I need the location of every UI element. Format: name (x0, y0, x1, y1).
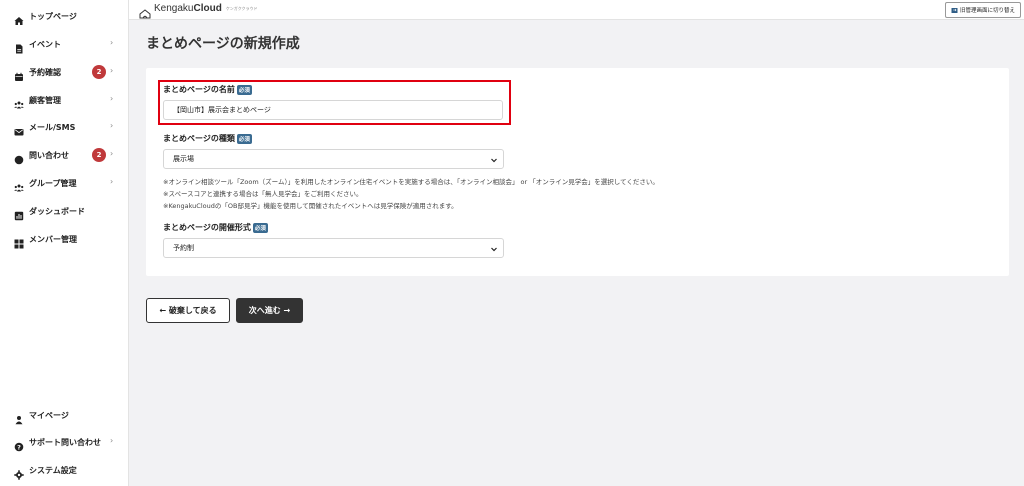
type-note-1: ※オンライン相談ツール「Zoom（ズーム）」を利用したオンライン住宅イベントを実… (163, 178, 659, 186)
notification-badge: 2 (92, 148, 106, 162)
event-format-value: 予約制 (173, 244, 194, 252)
sidebar-item-mail-sms[interactable]: メール/SMS › (0, 117, 129, 137)
svg-text:?: ? (17, 443, 21, 451)
chat-icon (14, 150, 24, 165)
sidebar-item-support[interactable]: ? サポート問い合わせ › (0, 432, 129, 452)
users-icon (14, 95, 24, 109)
document-icon (14, 39, 24, 54)
sidebar-item-inquiry[interactable]: 問い合わせ 2 › (0, 145, 129, 165)
chevron-right-icon: › (110, 66, 114, 75)
calendar-icon (14, 67, 24, 81)
chevron-down-icon (490, 156, 498, 164)
switch-button-label: 旧管理画面に切り替え (959, 8, 1015, 14)
chevron-right-icon: › (110, 177, 114, 186)
sidebar: トップページ イベント › 予約確認 2 › 顧客管理 › メール/SMS › … (0, 0, 129, 486)
sidebar-item-dashboard[interactable]: ダッシュボード (0, 201, 129, 221)
next-button-label: 次へ進む → (248, 306, 291, 315)
format-label-text: まとめページの開催形式 (163, 223, 251, 232)
sidebar-item-label: マイページ (29, 410, 69, 420)
question-icon: ? (14, 437, 24, 452)
switch-legacy-admin-button[interactable]: 旧管理画面に切り替え (945, 2, 1021, 18)
mail-icon (14, 122, 24, 136)
page-name-input[interactable]: 【岡山市】展示会まとめページ (163, 100, 503, 120)
type-note-3: ※KengakuCloudの「OB邸見学」機能を使用して開催されたイベントへは見… (163, 202, 458, 210)
sidebar-item-mypage[interactable]: マイページ (0, 405, 129, 425)
name-label-text: まとめページの名前 (163, 85, 235, 94)
sidebar-item-customers[interactable]: 顧客管理 › (0, 90, 129, 110)
house-logo-icon (139, 4, 151, 18)
logo-text-regular: Kengaku (154, 3, 194, 14)
format-field-label: まとめページの開催形式 必須 (163, 222, 268, 233)
chevron-right-icon: › (110, 121, 114, 130)
discard-and-back-button[interactable]: ← 破棄して戻る (146, 298, 230, 323)
sidebar-item-top-page[interactable]: トップページ (0, 6, 129, 26)
name-field-label: まとめページの名前 必須 (163, 84, 252, 95)
page-type-select[interactable]: 展示場 (163, 149, 504, 169)
chevron-right-icon: › (110, 38, 114, 47)
user-icon (14, 410, 24, 425)
sidebar-item-label: システム設定 (29, 465, 77, 475)
required-tag: 必須 (236, 133, 252, 144)
chart-icon (14, 206, 24, 221)
group-icon (14, 178, 24, 192)
sidebar-item-reservation[interactable]: 予約確認 2 › (0, 62, 129, 82)
event-format-select[interactable]: 予約制 (163, 238, 504, 258)
sidebar-item-label: ダッシュボード (29, 206, 85, 216)
sidebar-item-label: サポート問い合わせ (29, 437, 101, 447)
back-button-label: ← 破棄して戻る (159, 306, 217, 315)
chevron-right-icon: › (110, 149, 114, 158)
type-field-label: まとめページの種類 必須 (163, 133, 252, 144)
topbar: KengakuCloud ケンガククラウド 旧管理画面に切り替え (129, 0, 1024, 20)
sidebar-item-label: 顧客管理 (29, 95, 61, 105)
chevron-right-icon: › (110, 94, 114, 103)
sidebar-item-label: イベント (29, 39, 61, 49)
sidebar-item-label: メンバー管理 (29, 234, 77, 244)
next-button[interactable]: 次へ進む → (236, 298, 303, 323)
logo-text-bold: Cloud (193, 3, 222, 14)
sidebar-item-label: グループ管理 (29, 178, 77, 188)
switch-icon (951, 7, 958, 14)
app-logo[interactable]: KengakuCloud ケンガククラウド (139, 3, 258, 18)
sidebar-item-group[interactable]: グループ管理 › (0, 173, 129, 193)
sidebar-item-event[interactable]: イベント › (0, 34, 129, 54)
chevron-down-icon (490, 245, 498, 253)
sidebar-item-label: トップページ (29, 11, 77, 21)
chevron-right-icon: › (110, 436, 114, 445)
required-tag: 必須 (236, 84, 252, 95)
sidebar-item-label: 問い合わせ (29, 150, 69, 160)
page-type-value: 展示場 (173, 155, 194, 163)
page-name-value: 【岡山市】展示会まとめページ (173, 106, 271, 114)
type-note-2: ※スペースコアと連携する場合は「無人見学会」をご利用ください。 (163, 190, 363, 198)
logo-subtext: ケンガククラウド (225, 5, 258, 11)
sidebar-item-members[interactable]: メンバー管理 (0, 229, 129, 249)
grid-icon (14, 234, 24, 249)
gear-icon (14, 465, 24, 480)
home-icon (14, 11, 24, 25)
type-label-text: まとめページの種類 (163, 134, 235, 143)
sidebar-item-label: メール/SMS (29, 122, 76, 132)
sidebar-item-system-settings[interactable]: システム設定 (0, 460, 129, 480)
page-title: まとめページの新規作成 (146, 36, 300, 52)
required-tag: 必須 (252, 222, 268, 233)
notification-badge: 2 (92, 65, 106, 79)
sidebar-item-label: 予約確認 (29, 67, 61, 77)
